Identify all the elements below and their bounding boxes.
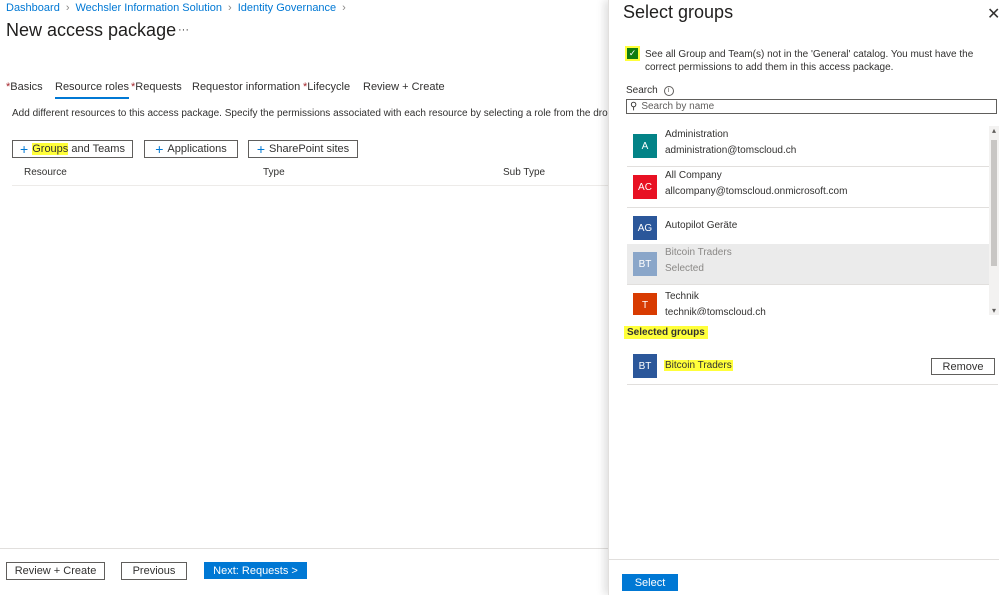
- panel-title: Select groups: [623, 2, 734, 22]
- avatar: T: [633, 293, 657, 315]
- footer-divider: [0, 548, 608, 549]
- chevron-right-icon: ›: [342, 2, 346, 14]
- panel-footer-divider: [609, 559, 999, 560]
- list-scrollbar[interactable]: ▴ ▾: [989, 126, 999, 315]
- list-item[interactable]: T Technik technik@tomscloud.ch: [627, 285, 989, 315]
- avatar: AC: [633, 175, 657, 199]
- remove-button[interactable]: Remove: [931, 358, 995, 375]
- tab-requestor-information[interactable]: Requestor information: [192, 81, 300, 93]
- group-email: administration@tomscloud.ch: [665, 145, 797, 156]
- checkmark-icon: ✓: [627, 48, 638, 59]
- plus-icon: +: [155, 141, 164, 157]
- select-button[interactable]: Select: [622, 574, 678, 591]
- group-name: Technik: [665, 291, 699, 302]
- tab-review-create[interactable]: Review + Create: [363, 81, 445, 93]
- chevron-down-icon[interactable]: ▾: [989, 306, 999, 315]
- list-item[interactable]: AC All Company allcompany@tomscloud.onmi…: [627, 167, 989, 208]
- plus-icon: +: [20, 141, 29, 157]
- next-requests-button[interactable]: Next: Requests >: [204, 562, 307, 579]
- group-name: Bitcoin Traders: [665, 247, 732, 258]
- selected-group-name: Bitcoin Traders: [664, 360, 733, 371]
- add-sharepoint-sites-button[interactable]: + SharePoint sites: [248, 140, 358, 158]
- table-header-type: Type: [263, 167, 285, 178]
- close-icon[interactable]: ✕: [987, 4, 999, 24]
- breadcrumb-identity-governance[interactable]: Identity Governance: [238, 2, 336, 14]
- avatar: AG: [633, 216, 657, 240]
- group-name: Autopilot Geräte: [665, 220, 738, 231]
- add-applications-button[interactable]: + Applications: [144, 140, 238, 158]
- tab-requests[interactable]: *Requests: [131, 81, 182, 93]
- group-email: technik@tomscloud.ch: [665, 307, 766, 315]
- selected-groups-heading: Selected groups: [624, 326, 708, 339]
- group-email: allcompany@tomscloud.onmicrosoft.com: [665, 186, 848, 197]
- chevron-up-icon[interactable]: ▴: [989, 126, 999, 135]
- breadcrumb: Dashboard › Wechsler Information Solutio…: [6, 2, 346, 14]
- list-item[interactable]: A Administration administration@tomsclou…: [627, 126, 989, 167]
- scrollbar-thumb[interactable]: [991, 140, 997, 266]
- selected-item: BT Bitcoin Traders Remove: [627, 350, 998, 385]
- breadcrumb-dashboard[interactable]: Dashboard: [6, 2, 60, 14]
- list-item-selected[interactable]: BT Bitcoin Traders Selected: [627, 244, 989, 285]
- table-header-divider: [12, 185, 608, 186]
- see-all-checkbox[interactable]: ✓: [625, 46, 640, 61]
- chevron-right-icon: ›: [228, 2, 232, 14]
- search-label: Search i: [626, 85, 674, 96]
- avatar: BT: [633, 354, 657, 378]
- plus-icon: +: [256, 141, 266, 157]
- search-input[interactable]: ⚲ Search by name: [626, 99, 997, 114]
- group-name: Administration: [665, 129, 729, 140]
- group-status: Selected: [665, 263, 704, 274]
- add-groups-and-teams-button[interactable]: + Groups and Teams: [12, 140, 133, 158]
- breadcrumb-wechsler[interactable]: Wechsler Information Solution: [76, 2, 223, 14]
- chevron-right-icon: ›: [65, 2, 70, 14]
- tab-basics[interactable]: *Basics: [6, 81, 43, 93]
- previous-button[interactable]: Previous: [121, 562, 187, 580]
- tab-resource-roles[interactable]: Resource roles: [55, 81, 129, 99]
- list-item[interactable]: AG Autopilot Geräte: [627, 208, 989, 249]
- description-text: Add different resources to this access p…: [12, 108, 608, 119]
- table-header-resource: Resource: [24, 167, 67, 178]
- table-header-sub-type: Sub Type: [503, 167, 546, 178]
- avatar: BT: [633, 252, 657, 276]
- see-all-checkbox-label: See all Group and Team(s) not in the 'Ge…: [645, 49, 974, 73]
- group-name: All Company: [665, 170, 722, 181]
- active-tab-indicator: [55, 97, 129, 99]
- search-icon: ⚲: [630, 101, 638, 112]
- avatar: A: [633, 134, 657, 158]
- page-title: New access package: [6, 20, 177, 40]
- info-icon: i: [663, 85, 674, 96]
- more-options-button[interactable]: ···: [178, 24, 189, 36]
- review-create-button[interactable]: Review + Create: [6, 562, 105, 580]
- tab-lifecycle[interactable]: *Lifecycle: [303, 81, 350, 93]
